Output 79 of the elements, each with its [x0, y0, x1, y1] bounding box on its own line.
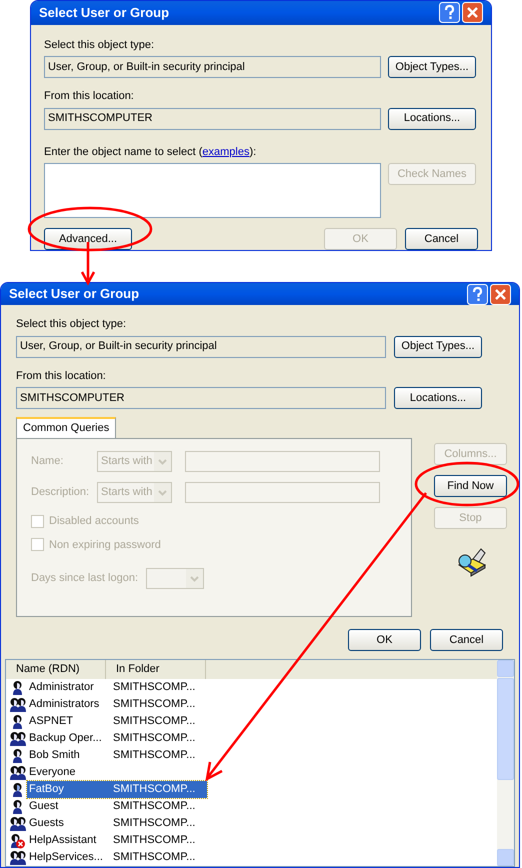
table-cell-text: SMITHSCOMP... — [112, 850, 196, 866]
list-row[interactable]: Backup Oper... SMITHSCOMP... — [6, 730, 497, 747]
arrow — [80, 242, 96, 286]
table-cell-text: Administrator — [28, 680, 95, 696]
help-icon[interactable] — [439, 2, 460, 24]
object-types-button[interactable]: Object Types... — [394, 336, 482, 358]
table-cell-text: HelpServices... — [28, 850, 104, 866]
field-label: Description: — [31, 485, 90, 500]
side-button[interactable]: Find Now — [434, 475, 507, 497]
table-cell-text: SMITHSCOMP... — [112, 714, 196, 730]
table-cell-text: SMITHSCOMP... — [112, 748, 196, 764]
tab[interactable]: Common Queries — [16, 417, 116, 438]
field-label: From this location: — [44, 89, 135, 104]
dropdown[interactable] — [146, 568, 204, 589]
field-label: From this location: — [16, 368, 107, 384]
table-cell-text: FatBoy — [28, 782, 65, 798]
table-cell-text: Everyone — [28, 765, 76, 780]
scrollbar[interactable] — [497, 660, 514, 866]
table-cell-text: Administrators — [28, 697, 100, 712]
table-cell-text: Guest — [28, 799, 60, 814]
close-icon[interactable] — [490, 284, 511, 304]
table-cell-text: Bob Smith — [28, 748, 81, 764]
checkbox-label: Non expiring password — [49, 538, 161, 552]
close-icon[interactable] — [462, 2, 483, 24]
field-label: Select this object type: — [44, 38, 156, 52]
cancel-button[interactable]: Cancel — [405, 228, 478, 250]
table-cell-text: SMITHSCOMP... — [112, 680, 196, 696]
table-cell-text: SMITHSCOMP... — [112, 731, 196, 746]
table-cell-text: SMITHSCOMP... — [112, 833, 196, 848]
table-cell-text: SMITHSCOMP... — [112, 816, 196, 832]
advanced-button[interactable]: Advanced... — [44, 228, 132, 250]
window-title: Select User or Group — [9, 285, 140, 304]
checkbox-label: Disabled accounts — [49, 514, 139, 529]
group-icon — [10, 764, 27, 780]
table-cell-text: SMITHSCOMP... — [112, 697, 196, 712]
list-row[interactable]: Everyone — [6, 764, 497, 781]
field-label: Name: — [31, 454, 64, 470]
ok-button[interactable]: OK — [348, 629, 421, 651]
list-row[interactable]: Administrators SMITHSCOMP... — [6, 696, 497, 713]
read-only-field: User, Group, or Built-in security principal — [44, 56, 381, 78]
field-label: Select this object type: — [16, 317, 128, 332]
column-header[interactable]: Name (RDN) — [6, 660, 106, 679]
read-only-field: User, Group, or Built-in security principal — [16, 336, 386, 358]
read-only-field: SMITHSCOMPUTER — [44, 108, 381, 130]
group-icon — [10, 850, 27, 866]
table-cell-text: Guests — [28, 816, 65, 832]
checkbox[interactable] — [31, 538, 44, 552]
list-row[interactable]: Guests SMITHSCOMP... — [6, 815, 497, 832]
list-row[interactable]: HelpServices... SMITHSCOMP... — [6, 849, 497, 866]
window-title: Select User or Group — [39, 4, 170, 22]
read-only-field: SMITHSCOMPUTER — [16, 387, 386, 409]
list-row[interactable]: FatBoy SMITHSCOMP... — [6, 781, 497, 798]
help-icon[interactable] — [467, 284, 488, 304]
table-cell-text: Backup Oper... — [28, 731, 103, 746]
column-header[interactable]: In Folder — [106, 660, 206, 679]
text-field[interactable] — [185, 482, 380, 503]
field-label: Days since last logon: — [31, 571, 139, 586]
object-name-field[interactable] — [44, 163, 381, 218]
object-types-button[interactable]: Object Types... — [388, 56, 476, 78]
cancel-button[interactable]: Cancel — [430, 629, 503, 651]
examples-link[interactable]: examples — [202, 146, 250, 158]
text-field[interactable] — [185, 451, 380, 472]
checkbox[interactable] — [31, 514, 44, 528]
table-cell-text: HelpAssistant — [28, 833, 98, 848]
table-cell-text: SMITHSCOMP... — [112, 782, 196, 798]
locations-button[interactable]: Locations... — [388, 108, 476, 130]
group-icon — [10, 696, 27, 712]
list-row[interactable]: Guest SMITHSCOMP... — [6, 798, 497, 815]
list-row[interactable]: Bob Smith SMITHSCOMP... — [6, 747, 497, 764]
group-icon — [10, 816, 27, 832]
list-row[interactable]: HelpAssistant SMITHSCOMP... — [6, 832, 497, 849]
locations-button[interactable]: Locations... — [394, 387, 482, 409]
disabled-user-icon — [10, 832, 26, 848]
table-cell-text: ASPNET — [28, 714, 74, 730]
list-row[interactable]: Administrator SMITHSCOMP... — [6, 679, 497, 696]
list-row[interactable]: ASPNET SMITHSCOMP... — [6, 713, 497, 730]
table-cell-text: SMITHSCOMP... — [112, 799, 196, 814]
field-label: Enter the object name to select (examples): — [44, 144, 258, 160]
group-icon — [10, 730, 27, 746]
